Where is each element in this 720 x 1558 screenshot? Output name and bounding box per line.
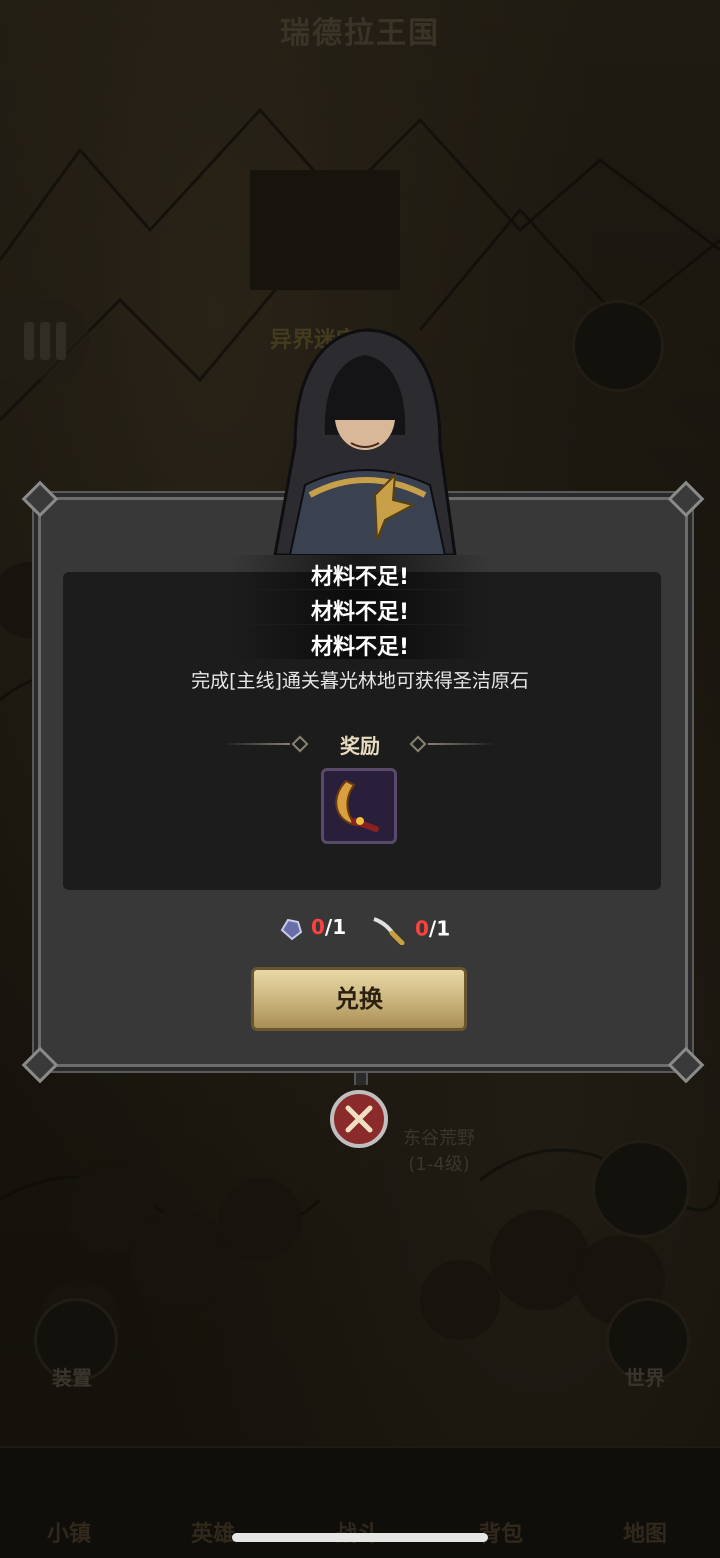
crystal-need: /1 <box>324 915 347 939</box>
exchange-button[interactable]: 兑换 <box>251 967 467 1031</box>
unlock-description: 完成[主线]通关暮光林地可获得圣洁原石 <box>191 670 529 692</box>
cost-crystal: 0/1 <box>278 915 346 942</box>
crossed-swords-icon <box>345 1105 373 1133</box>
insufficient-materials-toast: 材料不足! <box>310 635 410 660</box>
dagger-have: 0 <box>414 916 429 941</box>
home-indicator[interactable] <box>232 1533 488 1542</box>
battle-node-icon[interactable] <box>330 1090 388 1148</box>
divider-line <box>428 743 494 745</box>
crystal-ore-icon <box>278 916 304 942</box>
dagger-icon <box>372 915 408 946</box>
hooded-hero-portrait <box>273 328 457 555</box>
crystal-have: 0 <box>310 915 325 939</box>
reward-label: 奖励 <box>340 734 380 758</box>
cost-dagger: 0/1 <box>372 915 451 946</box>
reward-item-slot[interactable] <box>321 768 397 844</box>
dagger-need: /1 <box>428 916 451 941</box>
golden-scimitar-icon <box>335 779 379 832</box>
reward-header: 奖励 <box>0 730 720 760</box>
insufficient-materials-toast: 材料不足! <box>310 565 410 590</box>
insufficient-materials-toast: 材料不足! <box>310 600 410 625</box>
